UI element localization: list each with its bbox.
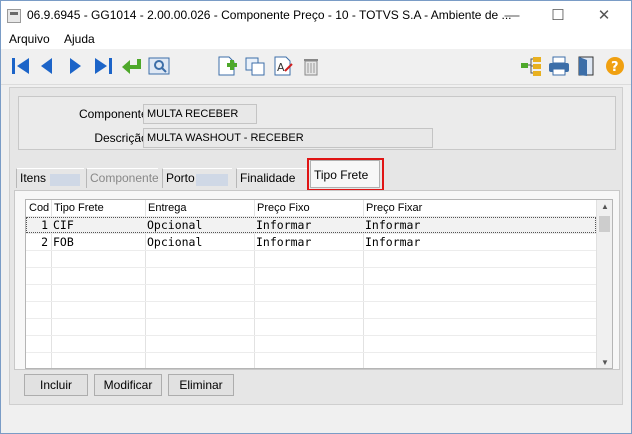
frete-grid[interactable]: Cod Tipo Frete Entrega Preço Fixo Preço … — [25, 199, 613, 369]
header-panel: Componente: MULTA RECEBER Descrição: MUL… — [18, 96, 616, 150]
app-window: 06.9.6945 - GG1014 - 2.00.00.026 - Compo… — [0, 0, 632, 434]
tree-icon[interactable] — [519, 55, 543, 77]
componente-label: Componente: — [78, 107, 151, 121]
last-icon[interactable] — [91, 55, 115, 77]
help-icon[interactable]: ? — [603, 55, 627, 77]
exit-door-icon[interactable] — [575, 55, 599, 77]
back-icon[interactable] — [119, 55, 143, 77]
scroll-down-icon[interactable]: ▼ — [597, 356, 612, 368]
grid-divider — [26, 250, 596, 251]
tab-porto[interactable]: Porto — [162, 168, 232, 188]
incluir-button[interactable]: Incluir — [24, 374, 88, 396]
tab-itens[interactable]: Itens — [16, 168, 84, 188]
cell-cod: 2 — [41, 235, 48, 249]
svg-text:?: ? — [611, 60, 619, 75]
grid-divider — [26, 301, 596, 302]
column-header-preco-fixo[interactable]: Preço Fixo — [255, 200, 310, 216]
grid-divider — [26, 284, 596, 285]
copy-icon[interactable] — [243, 55, 267, 77]
minimize-button[interactable]: — — [489, 1, 535, 31]
trash-icon[interactable] — [299, 55, 323, 77]
scroll-up-icon[interactable]: ▲ — [597, 200, 612, 214]
cell-entrega: Opcional — [147, 235, 203, 249]
grid-divider — [26, 352, 596, 353]
highlight-box — [307, 158, 384, 191]
grid-divider — [26, 335, 596, 336]
componente-field: MULTA RECEBER — [143, 104, 257, 124]
column-header-cod[interactable]: Cod — [27, 200, 49, 216]
descricao-label: Descrição: — [94, 131, 151, 145]
cell-preco-fixar: Informar — [365, 235, 421, 249]
previous-icon[interactable] — [35, 55, 59, 77]
tab-componentes: Componentes — [86, 168, 158, 188]
cell-preco-fixar: Informar — [365, 218, 421, 232]
print-icon[interactable] — [547, 55, 571, 77]
edit-text-icon[interactable]: A — [271, 55, 295, 77]
status-bar — [1, 409, 631, 433]
close-button[interactable]: ✕ — [581, 1, 627, 31]
descricao-field: MULTA WASHOUT - RECEBER — [143, 128, 433, 148]
first-icon[interactable] — [9, 55, 33, 77]
scroll-thumb[interactable] — [599, 216, 610, 232]
main-panel: Componente: MULTA RECEBER Descrição: MUL… — [9, 87, 623, 405]
maximize-button[interactable]: ☐ — [535, 1, 581, 31]
preview-icon[interactable] — [147, 55, 171, 77]
cell-cod: 1 — [41, 218, 48, 232]
grid-divider — [26, 267, 596, 268]
cell-preco-fixo: Informar — [256, 235, 312, 249]
eliminar-button[interactable]: Eliminar — [168, 374, 234, 396]
modificar-button[interactable]: Modificar — [94, 374, 162, 396]
grid-divider — [26, 318, 596, 319]
vertical-scrollbar[interactable]: ▲ ▼ — [596, 200, 612, 368]
tab-strip: Itens Componentes Porto Finalidade Tipo … — [16, 158, 618, 191]
cell-tipo-frete: FOB — [53, 235, 74, 249]
cell-preco-fixo: Informar — [256, 218, 312, 232]
window-title: 06.9.6945 - GG1014 - 2.00.00.026 - Compo… — [27, 8, 512, 22]
cell-tipo-frete: CIF — [53, 218, 74, 232]
tab-finalidade[interactable]: Finalidade — [236, 168, 308, 188]
menu-arquivo[interactable]: Arquivo — [9, 32, 50, 46]
tab-decoration — [50, 174, 80, 186]
cell-entrega: Opcional — [147, 218, 203, 232]
new-document-icon[interactable] — [215, 55, 239, 77]
column-header-preco-fixar[interactable]: Preço Fixar — [364, 200, 422, 216]
next-icon[interactable] — [63, 55, 87, 77]
toolbar: A ? — [1, 49, 631, 85]
app-icon — [7, 9, 21, 23]
tab-decoration — [196, 174, 228, 186]
column-header-tipo-frete[interactable]: Tipo Frete — [52, 200, 104, 216]
title-bar: 06.9.6945 - GG1014 - 2.00.00.026 - Compo… — [1, 1, 631, 31]
menu-bar: Arquivo Ajuda — [1, 31, 631, 49]
column-header-entrega[interactable]: Entrega — [146, 200, 187, 216]
menu-ajuda[interactable]: Ajuda — [64, 32, 95, 46]
tab-content: Cod Tipo Frete Entrega Preço Fixo Preço … — [14, 190, 620, 370]
svg-text:A: A — [277, 61, 285, 74]
